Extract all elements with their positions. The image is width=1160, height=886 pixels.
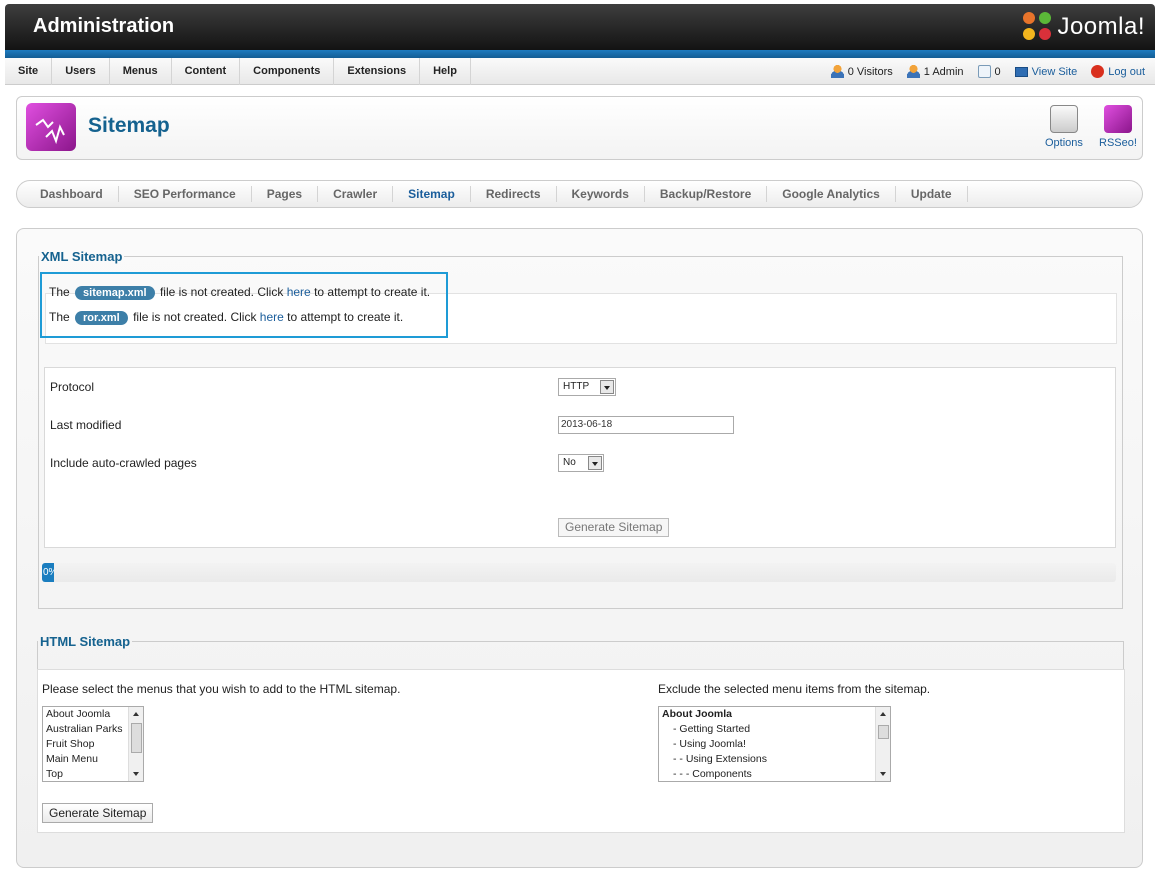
view-site-label[interactable]: View Site — [1032, 66, 1078, 78]
logout-icon — [1091, 65, 1105, 78]
last-modified-input[interactable]: 2013-06-18 — [558, 416, 734, 434]
menu-help[interactable]: Help — [420, 58, 471, 85]
chevron-down-icon — [600, 380, 614, 394]
tab-sitemap[interactable]: Sitemap — [393, 186, 471, 202]
notice-middle: file is not created. Click — [159, 285, 284, 299]
tab-crawler[interactable]: Crawler — [318, 186, 394, 202]
html-sitemap-body: Please select the menus that you wish to… — [37, 669, 1125, 833]
rsseo-sitemap-icon — [26, 103, 76, 151]
page-title: Sitemap — [88, 114, 170, 137]
tab-backup-restore[interactable]: Backup/Restore — [645, 186, 768, 202]
logout-label[interactable]: Log out — [1108, 66, 1145, 78]
options-button[interactable]: Options — [1045, 105, 1083, 149]
notice-prefix: The — [49, 310, 70, 324]
tab-pages[interactable]: Pages — [252, 186, 319, 202]
admin-user-icon — [906, 65, 920, 78]
menu-components[interactable]: Components — [240, 58, 335, 85]
joomla-logo-icon — [1023, 12, 1053, 42]
tab-google-analytics[interactable]: Google Analytics — [767, 186, 896, 202]
admins-status: 1 Admin — [906, 65, 964, 78]
protocol-label: Protocol — [50, 380, 95, 394]
options-label: Options — [1045, 137, 1083, 149]
tab-dashboard[interactable]: Dashboard — [25, 186, 119, 202]
auto-crawled-select[interactable]: No — [558, 454, 604, 472]
notice-suffix: to attempt to create it. — [287, 310, 404, 324]
protocol-value: HTTP — [563, 381, 590, 392]
menus-listbox[interactable]: About Joomla Australian Parks Fruit Shop… — [42, 706, 144, 782]
joomla-logo: Joomla! — [1023, 12, 1145, 42]
admins-count: 1 Admin — [923, 65, 964, 78]
html-sitemap-legend: HTML Sitemap — [40, 634, 131, 649]
xml-sitemap-form: Protocol HTTP Last modified 2013-06-18 I… — [44, 367, 1116, 548]
main-panel: XML Sitemap The sitemap.xml file is not … — [16, 228, 1143, 868]
menus-prompt: Please select the menus that you wish to… — [42, 682, 401, 696]
visitors-icon — [830, 65, 844, 78]
sitemap-xml-notice: The sitemap.xml file is not created. Cli… — [49, 285, 430, 300]
rsseo-label: RSSeo! — [1099, 137, 1137, 149]
joomla-logo-text: Joomla! — [1057, 13, 1145, 40]
ror-xml-notice: The ror.xml file is not created. Click h… — [49, 310, 403, 325]
exclude-listbox[interactable]: About Joomla - Getting Started - Using J… — [658, 706, 891, 782]
header-title: Administration — [33, 15, 175, 37]
page-toolbar: Sitemap Options RSSeo! — [16, 96, 1143, 160]
messages-count: 0 — [994, 65, 1001, 78]
notice-prefix: The — [49, 285, 70, 299]
tab-keywords[interactable]: Keywords — [557, 186, 645, 202]
auto-crawled-value: No — [563, 457, 576, 468]
menu-menus[interactable]: Menus — [110, 58, 172, 85]
admin-header: Administration Joomla! — [5, 4, 1155, 52]
view-site-link[interactable]: View Site — [1014, 66, 1078, 78]
list-item[interactable]: About Joomla — [659, 707, 890, 722]
menus-scrollbar[interactable] — [128, 707, 143, 781]
exclude-prompt: Exclude the selected menu items from the… — [658, 682, 931, 696]
generate-xml-sitemap-button[interactable]: Generate Sitemap — [558, 518, 670, 537]
visitors-status: 0 Visitors — [830, 65, 893, 78]
tab-update[interactable]: Update — [896, 186, 968, 202]
notice-highlight — [40, 272, 448, 338]
list-item[interactable]: - Using Joomla! — [659, 737, 890, 752]
protocol-select[interactable]: HTTP — [558, 378, 616, 396]
main-menu-bar: Site Users Menus Content Components Exte… — [5, 58, 1155, 85]
rsseo-icon — [1103, 105, 1132, 133]
auto-crawled-label: Include auto-crawled pages — [50, 456, 197, 470]
list-item[interactable]: - Getting Started — [659, 722, 890, 737]
status-bar: 0 Visitors 1 Admin 0 View Site Log out — [817, 58, 1145, 85]
sitemap-xml-badge: sitemap.xml — [75, 286, 155, 300]
rsseo-button[interactable]: RSSeo! — [1099, 105, 1137, 149]
xml-sitemap-legend: XML Sitemap — [41, 249, 123, 264]
list-item[interactable]: - - Using Extensions — [659, 752, 890, 767]
create-sitemap-xml-link[interactable]: here — [287, 285, 311, 299]
messages-status[interactable]: 0 — [977, 65, 1001, 78]
exclude-scrollbar[interactable] — [875, 707, 890, 781]
header-strip — [5, 50, 1155, 58]
menu-site[interactable]: Site — [5, 58, 53, 85]
ror-xml-badge: ror.xml — [75, 311, 128, 325]
progress-fill: 0% — [42, 563, 54, 582]
rsseo-tabs: Dashboard SEO Performance Pages Crawler … — [16, 180, 1143, 208]
html-sitemap-fieldset: HTML Sitemap Please select the menus tha… — [37, 634, 1125, 833]
notice-suffix: to attempt to create it. — [314, 285, 431, 299]
generate-html-sitemap-button[interactable]: Generate Sitemap — [42, 803, 154, 823]
options-icon — [1049, 105, 1078, 133]
monitor-icon — [1014, 66, 1028, 77]
tab-redirects[interactable]: Redirects — [471, 186, 557, 202]
tab-seo-performance[interactable]: SEO Performance — [119, 186, 252, 202]
sitemap-progress-bar: 0% — [42, 563, 1116, 582]
messages-icon — [977, 65, 991, 78]
notice-middle: file is not created. Click — [133, 310, 257, 324]
last-modified-label: Last modified — [50, 418, 122, 432]
logout-link[interactable]: Log out — [1091, 65, 1145, 78]
chevron-down-icon — [588, 456, 602, 470]
menu-content[interactable]: Content — [172, 58, 241, 85]
menu-extensions[interactable]: Extensions — [334, 58, 421, 85]
list-item[interactable]: - - - Components — [659, 767, 890, 781]
menu-users[interactable]: Users — [52, 58, 110, 85]
create-ror-xml-link[interactable]: here — [260, 310, 284, 324]
visitors-count: 0 Visitors — [847, 65, 893, 78]
